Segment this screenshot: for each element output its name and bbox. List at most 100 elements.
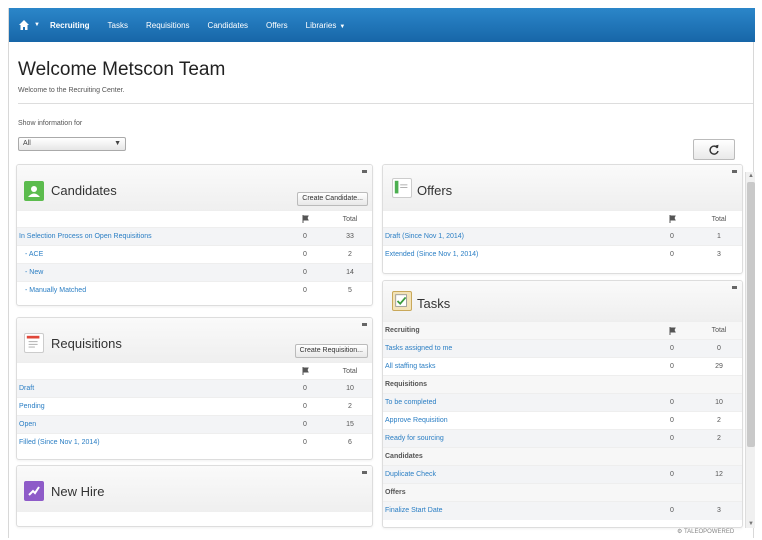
table-header: Total bbox=[17, 210, 372, 228]
nav-tasks[interactable]: Tasks bbox=[108, 21, 128, 30]
tasks-duplicate-check-link[interactable]: Duplicate Check bbox=[385, 471, 436, 478]
flag-count: 0 bbox=[648, 227, 696, 246]
candidates-in-selection-link[interactable]: In Selection Process on Open Requisition… bbox=[19, 233, 152, 240]
candidates-icon bbox=[24, 181, 44, 201]
nav-libraries[interactable]: Libraries ▼ bbox=[306, 21, 346, 30]
vertical-scrollbar[interactable]: ▲ ▼ bbox=[745, 172, 755, 528]
tasks-to-be-completed-link[interactable]: To be completed bbox=[385, 399, 436, 406]
candidates-table: Total In Selection Process on Open Requi… bbox=[17, 210, 372, 300]
refresh-button[interactable] bbox=[693, 139, 735, 160]
table-row: Finalize Start Date 0 3 bbox=[383, 501, 742, 520]
page-title: Welcome Metscon Team bbox=[18, 59, 226, 80]
minimize-icon[interactable] bbox=[362, 471, 367, 474]
section-label: Candidates bbox=[383, 447, 648, 466]
home-menu-caret-icon[interactable]: ▼ bbox=[34, 22, 40, 28]
total-count: 6 bbox=[328, 433, 372, 452]
taleo-logo-icon: ⚙ bbox=[677, 529, 684, 535]
tasks-assigned-to-me-link[interactable]: Tasks assigned to me bbox=[385, 345, 452, 352]
table-row: Duplicate Check 0 12 bbox=[383, 465, 742, 484]
tasks-all-staffing-link[interactable]: All staffing tasks bbox=[385, 363, 435, 370]
show-info-select[interactable]: All ▼ bbox=[18, 137, 126, 151]
scroll-down-icon[interactable]: ▼ bbox=[748, 521, 754, 527]
requisitions-filled-link[interactable]: Filled (Since Nov 1, 2014) bbox=[19, 439, 100, 446]
page-subtitle: Welcome to the Recruiting Center. bbox=[18, 87, 125, 94]
section-header-offers: Offers bbox=[383, 483, 742, 502]
flag-count: 0 bbox=[648, 339, 696, 358]
candidates-manually-matched-link[interactable]: - Manually Matched bbox=[19, 287, 86, 294]
flag-icon bbox=[669, 326, 676, 335]
total-count: 14 bbox=[328, 263, 372, 282]
total-header: Total bbox=[328, 210, 372, 228]
chevron-down-icon: ▼ bbox=[114, 140, 121, 147]
total-count: 10 bbox=[328, 379, 372, 398]
section-header-requisitions: Requisitions bbox=[383, 375, 742, 394]
show-info-value: All bbox=[23, 140, 31, 147]
top-navigation-bar: ▼ Recruiting Tasks Requisitions Candidat… bbox=[9, 8, 755, 42]
section-header-candidates: Candidates bbox=[383, 447, 742, 466]
nav-offers[interactable]: Offers bbox=[266, 21, 288, 30]
requisitions-pending-link[interactable]: Pending bbox=[19, 403, 45, 410]
table-row: Open 0 15 bbox=[17, 415, 372, 434]
create-requisition-button[interactable]: Create Requisition... bbox=[294, 344, 368, 358]
tasks-finalize-start-date-link[interactable]: Finalize Start Date bbox=[385, 507, 443, 514]
flag-count: 0 bbox=[648, 501, 696, 520]
table-row: Tasks assigned to me 0 0 bbox=[383, 339, 742, 358]
offers-draft-link[interactable]: Draft (Since Nov 1, 2014) bbox=[385, 233, 464, 240]
total-count: 15 bbox=[328, 415, 372, 434]
candidates-panel-title: Candidates bbox=[51, 183, 117, 198]
table-row: Ready for sourcing 0 2 bbox=[383, 429, 742, 448]
section-label: Recruiting bbox=[383, 321, 648, 340]
tasks-panel: Tasks Recruiting Total Tasks assigned to … bbox=[382, 280, 743, 528]
table-row: To be completed 0 10 bbox=[383, 393, 742, 412]
flag-count: 0 bbox=[648, 393, 696, 412]
section-label: Requisitions bbox=[383, 375, 648, 394]
flag-count: 0 bbox=[282, 263, 328, 282]
requisitions-open-link[interactable]: Open bbox=[19, 421, 36, 428]
total-count: 5 bbox=[328, 281, 372, 300]
total-count: 33 bbox=[328, 227, 372, 246]
requisitions-panel-title: Requisitions bbox=[51, 336, 122, 351]
flag-icon bbox=[669, 215, 676, 223]
offers-table: Total Draft (Since Nov 1, 2014) 0 1 Extend… bbox=[383, 210, 742, 264]
candidates-ace-link[interactable]: - ACE bbox=[19, 251, 43, 258]
total-header: Total bbox=[696, 321, 742, 340]
minimize-icon[interactable] bbox=[362, 170, 367, 173]
total-count: 3 bbox=[696, 245, 742, 264]
offers-extended-link[interactable]: Extended (Since Nov 1, 2014) bbox=[385, 251, 478, 258]
tasks-icon bbox=[392, 291, 412, 311]
flag-count: 0 bbox=[282, 281, 328, 300]
section-header-recruiting: Recruiting Total bbox=[383, 321, 742, 340]
table-row: Draft 0 10 bbox=[17, 379, 372, 398]
minimize-icon[interactable] bbox=[362, 323, 367, 326]
offers-panel: Offers Total Draft (Since Nov 1, 2014) 0 1… bbox=[382, 164, 743, 274]
tasks-ready-for-sourcing-link[interactable]: Ready for sourcing bbox=[385, 435, 444, 442]
total-count: 2 bbox=[696, 429, 742, 448]
requisitions-draft-link[interactable]: Draft bbox=[19, 385, 34, 392]
requisitions-icon bbox=[24, 333, 44, 353]
tasks-panel-title: Tasks bbox=[417, 296, 451, 311]
candidates-new-link[interactable]: - New bbox=[19, 269, 43, 276]
flag-icon bbox=[302, 367, 309, 375]
nav-candidates[interactable]: Candidates bbox=[208, 21, 248, 30]
nav-requisitions[interactable]: Requisitions bbox=[146, 21, 190, 30]
flag-count: 0 bbox=[648, 357, 696, 376]
home-icon[interactable] bbox=[14, 15, 34, 35]
chevron-down-icon: ▼ bbox=[339, 23, 346, 30]
flag-count: 0 bbox=[282, 245, 328, 264]
divider bbox=[18, 103, 753, 104]
flag-count: 0 bbox=[282, 433, 328, 452]
scroll-up-icon[interactable]: ▲ bbox=[748, 173, 754, 179]
brand-label: TALEOPOWERED bbox=[683, 529, 735, 535]
scrollbar-thumb[interactable] bbox=[747, 182, 755, 447]
flag-count: 0 bbox=[282, 227, 328, 246]
tasks-approve-requisition-link[interactable]: Approve Requisition bbox=[385, 417, 448, 424]
app-frame: ▼ Recruiting Tasks Requisitions Candidat… bbox=[8, 8, 755, 538]
offers-panel-title: Offers bbox=[417, 183, 453, 198]
table-row: In Selection Process on Open Requisition… bbox=[17, 227, 372, 246]
create-candidate-button[interactable]: Create Candidate... bbox=[297, 192, 368, 206]
candidates-panel: Candidates Create Candidate... Total In … bbox=[16, 164, 373, 306]
nav-recruiting[interactable]: Recruiting bbox=[50, 21, 90, 30]
total-count: 2 bbox=[328, 245, 372, 264]
minimize-icon[interactable] bbox=[732, 286, 737, 289]
minimize-icon[interactable] bbox=[732, 170, 737, 173]
